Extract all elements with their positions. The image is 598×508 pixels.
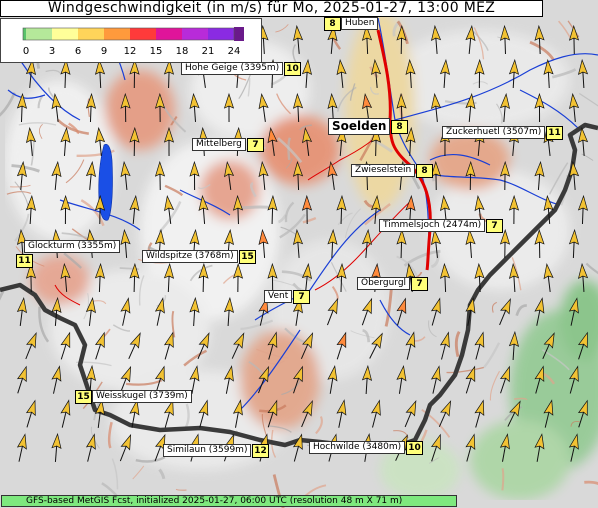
wind-speed-badge: 7 xyxy=(411,276,428,291)
wind-speed-badge: 8 xyxy=(324,16,341,31)
legend-tick-label: 21 xyxy=(201,46,215,57)
legend-color-swatch xyxy=(130,28,156,40)
map-title: Windgeschwindigkeit (in m/s) für Mo, 202… xyxy=(0,0,543,17)
wind-speed-badge: 7 xyxy=(486,218,503,233)
legend-tick-label: 24 xyxy=(227,46,241,57)
place-label: Hohe Geige (3395m) xyxy=(181,62,284,75)
legend-tick-label: 12 xyxy=(123,46,137,57)
wind-speed-badge: 8 xyxy=(416,163,433,178)
place-label: Glockturm (3355m) xyxy=(24,240,121,253)
place-label: Similaun (3599m) xyxy=(163,444,252,457)
legend-tick-label: 0 xyxy=(22,46,30,57)
place-label: Zwieselstein xyxy=(351,164,416,177)
legend-color-swatch xyxy=(26,28,52,40)
place-label: Weisskugel (3739m) xyxy=(92,390,192,403)
place-label: Hochwilde (3480m) xyxy=(309,441,406,454)
wind-speed-badge: 11 xyxy=(16,254,33,268)
legend-color-swatch xyxy=(52,28,78,40)
wind-speed-badge: 7 xyxy=(247,137,264,152)
legend-tick-label: 6 xyxy=(74,46,82,57)
wind-speed-badge: 12 xyxy=(252,443,269,458)
footer-info: GFS-based MetGIS Fcst, initialized 2025-… xyxy=(1,495,457,507)
place-label: Wildspitze (3768m) xyxy=(142,250,238,263)
legend-color-swatch xyxy=(234,27,244,41)
legend-color-swatch xyxy=(156,28,182,40)
place-label: Huben xyxy=(341,17,379,30)
legend-color-swatch xyxy=(208,28,234,40)
place-label: Obergurgl xyxy=(357,277,411,290)
wind-speed-badge: 10 xyxy=(406,440,423,455)
wind-map: Windgeschwindigkeit (in m/s) für Mo, 202… xyxy=(0,0,598,508)
map-canvas xyxy=(0,0,598,508)
legend-tick-label: 9 xyxy=(100,46,108,57)
place-label: Timmelsjoch (2474m) xyxy=(379,219,486,232)
wind-speed-badge: 15 xyxy=(239,249,256,264)
legend-color-swatch xyxy=(104,28,130,40)
legend-colorbar xyxy=(22,27,244,41)
place-label: Soelden xyxy=(328,118,391,135)
wind-speed-badge: 10 xyxy=(284,61,301,76)
place-label: Vent xyxy=(264,290,293,303)
legend-tick-label: 3 xyxy=(48,46,56,57)
legend-tick-label: 18 xyxy=(175,46,189,57)
wind-speed-badge: 15 xyxy=(75,389,92,404)
wind-speed-badge: 7 xyxy=(293,289,310,304)
legend-color-swatch xyxy=(78,28,104,40)
legend-tick-label: 15 xyxy=(149,46,163,57)
wind-speed-badge: 8 xyxy=(391,119,408,134)
place-label: Mittelberg xyxy=(192,138,246,151)
place-label: Zuckerhuetl (3507m) xyxy=(442,126,546,139)
wind-legend: 0 3 6 9 12 15 18 21 24 xyxy=(0,18,262,63)
wind-speed-badge: 11 xyxy=(546,125,563,140)
legend-color-swatch xyxy=(182,28,208,40)
